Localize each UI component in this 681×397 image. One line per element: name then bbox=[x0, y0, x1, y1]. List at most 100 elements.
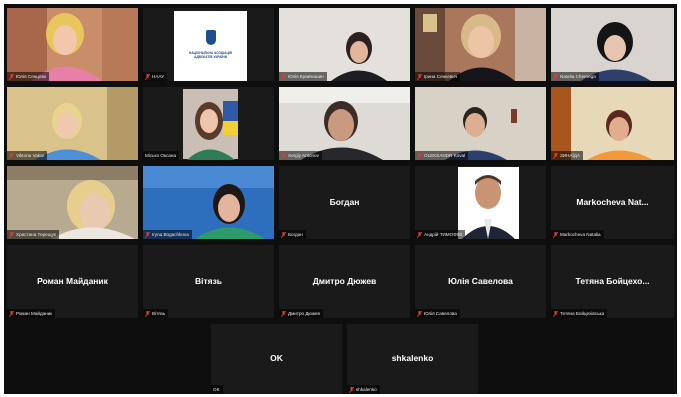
gallery-view: Юлія Сенцова НАЦІОНАЛЬНА АСОЦІАЦІЯ АДВОК… bbox=[4, 4, 677, 394]
participant-video bbox=[279, 8, 410, 81]
video-tile[interactable]: Markocheva Nat... Markocheva Natalia bbox=[551, 166, 674, 239]
participant-name: OK bbox=[213, 387, 220, 392]
participant-name: Юлія Савелова bbox=[424, 311, 457, 316]
participant-name-tag: Markocheva Natalia bbox=[551, 230, 604, 239]
muted-mic-icon bbox=[417, 310, 422, 317]
participant-display-name: Markocheva Nat... bbox=[576, 196, 649, 207]
naau-logo: НАЦІОНАЛЬНА АСОЦІАЦІЯ АДВОКАТІВ УКРАЇНИ bbox=[174, 11, 247, 81]
participant-display-name: shkalenko bbox=[391, 353, 434, 363]
participant-video bbox=[415, 8, 546, 81]
video-tile[interactable]: Ірина Сенкевич bbox=[415, 8, 546, 81]
participant-name-tag: Iryna Bogachkova bbox=[143, 230, 192, 239]
participant-name: Natalia Chernega bbox=[560, 74, 596, 79]
participant-name-tag: Христина Терещук bbox=[7, 230, 59, 239]
video-tile[interactable]: Sergiy Antonov bbox=[279, 87, 410, 160]
video-tile[interactable]: shkalenko shkalenko bbox=[347, 324, 478, 394]
participant-video bbox=[551, 8, 674, 81]
video-tile[interactable]: Дмитро Дюжев Дмитро Дюжев bbox=[279, 245, 410, 318]
participant-name-tag: Юлія Савелова bbox=[415, 309, 460, 318]
participant-name-tag: Юлія Сенцова bbox=[7, 72, 50, 81]
participant-display-name: Роман Майданик bbox=[37, 275, 108, 286]
participant-name: Юлія Кравчишин bbox=[288, 74, 324, 79]
participant-name: Вітязь bbox=[152, 311, 166, 316]
participant-name-tag: OK bbox=[211, 385, 223, 394]
participant-name-tag: OLEKSANDR Koval bbox=[415, 151, 469, 160]
muted-mic-icon bbox=[9, 152, 14, 159]
participant-display-name: Юлія Савелова bbox=[448, 275, 513, 286]
muted-mic-icon bbox=[9, 310, 14, 317]
muted-mic-icon bbox=[553, 152, 558, 159]
participant-name: Дмитро Дюжев bbox=[288, 311, 320, 316]
muted-mic-icon bbox=[281, 231, 286, 238]
muted-mic-icon bbox=[145, 231, 150, 238]
muted-mic-icon bbox=[9, 73, 14, 80]
muted-mic-icon bbox=[417, 73, 422, 80]
muted-mic-icon bbox=[145, 310, 150, 317]
muted-mic-icon bbox=[281, 73, 286, 80]
video-tile[interactable]: ЗИНАЇДА bbox=[551, 87, 674, 160]
participant-name-tag: Юлія Кравчишин bbox=[279, 72, 327, 81]
active-speaker-tile[interactable]: Місько Оксана bbox=[143, 87, 274, 160]
participant-display-name: Тетяна Бойцехо... bbox=[575, 275, 650, 286]
participant-name: Markocheva Natalia bbox=[560, 232, 601, 237]
muted-mic-icon bbox=[9, 231, 14, 238]
participant-video bbox=[551, 87, 674, 160]
participant-name-tag: Андрій ТИМОФІЇВ bbox=[415, 230, 466, 239]
muted-mic-icon bbox=[349, 386, 354, 393]
participant-name-tag: Natalia Chernega bbox=[551, 72, 599, 81]
participant-name-tag: Богдан bbox=[279, 230, 306, 239]
participant-name: Viktoria Vakar bbox=[16, 153, 45, 158]
participant-photo bbox=[458, 167, 519, 239]
video-tile[interactable]: НАЦІОНАЛЬНА АСОЦІАЦІЯ АДВОКАТІВ УКРАЇНИ … bbox=[143, 8, 274, 81]
participant-name: Iryna Bogachkova bbox=[152, 232, 189, 237]
muted-mic-icon bbox=[553, 310, 558, 317]
video-tile[interactable]: Юлія Сенцова bbox=[7, 8, 138, 81]
participant-name-tag: shkalenko bbox=[347, 385, 380, 394]
participant-name: НААУ bbox=[152, 74, 165, 79]
muted-mic-icon bbox=[281, 152, 286, 159]
video-tile[interactable]: Юлія Кравчишин bbox=[279, 8, 410, 81]
video-tile[interactable]: Тетяна Бойцехо... Тетяна Бойцехівська bbox=[551, 245, 674, 318]
participant-display-name: Дмитро Дюжев bbox=[312, 275, 377, 286]
participant-video bbox=[7, 166, 138, 239]
video-tile[interactable]: Iryna Bogachkova bbox=[143, 166, 274, 239]
muted-mic-icon bbox=[281, 310, 286, 317]
participant-name: Місько Оксана bbox=[145, 153, 177, 158]
video-tile[interactable]: Юлія Савелова Юлія Савелова bbox=[415, 245, 546, 318]
participant-name-tag: Роман Майданик bbox=[7, 309, 56, 318]
participant-name: Христина Терещук bbox=[16, 232, 56, 237]
video-tile[interactable]: Андрій ТИМОФІЇВ bbox=[415, 166, 546, 239]
muted-mic-icon bbox=[145, 73, 150, 80]
participant-name: Юлія Сенцова bbox=[16, 74, 47, 79]
participant-name-tag: Viktoria Vakar bbox=[7, 151, 48, 160]
video-tile[interactable]: Христина Терещук bbox=[7, 166, 138, 239]
participant-name: Роман Майданик bbox=[16, 311, 53, 316]
video-tile[interactable]: Вітязь Вітязь bbox=[143, 245, 274, 318]
video-tile[interactable]: OLEKSANDR Koval bbox=[415, 87, 546, 160]
participant-video bbox=[7, 87, 138, 160]
participant-video bbox=[143, 87, 274, 160]
participant-name-tag: Місько Оксана bbox=[143, 151, 180, 160]
participant-name: ЗИНАЇДА bbox=[560, 153, 580, 158]
video-tile[interactable]: Natalia Chernega bbox=[551, 8, 674, 81]
participant-video bbox=[143, 166, 274, 239]
participant-name: Богдан bbox=[288, 232, 303, 237]
video-tile[interactable]: Роман Майданик Роман Майданик bbox=[7, 245, 138, 318]
muted-mic-icon bbox=[553, 73, 558, 80]
participant-display-name: Богдан bbox=[329, 196, 360, 207]
participant-name-tag: НААУ bbox=[143, 72, 168, 81]
participant-name-tag: Ірина Сенкевич bbox=[415, 72, 461, 81]
muted-mic-icon bbox=[417, 231, 422, 238]
participant-name-tag: Тетяна Бойцехівська bbox=[551, 309, 608, 318]
participant-name-tag: Вітязь bbox=[143, 309, 169, 318]
logo-text: НАЦІОНАЛЬНА АСОЦІАЦІЯ АДВОКАТІВ УКРАЇНИ bbox=[189, 51, 232, 59]
participant-name: shkalenko bbox=[356, 387, 377, 392]
participant-video bbox=[415, 166, 546, 239]
participant-name: Андрій ТИМОФІЇВ bbox=[424, 232, 463, 237]
participant-display-name: OK bbox=[270, 353, 283, 363]
participant-display-name: Вітязь bbox=[194, 275, 223, 286]
participant-video bbox=[279, 87, 410, 160]
video-tile[interactable]: Богдан Богдан bbox=[279, 166, 410, 239]
video-tile[interactable]: Viktoria Vakar bbox=[7, 87, 138, 160]
video-tile[interactable]: OK OK bbox=[211, 324, 342, 394]
